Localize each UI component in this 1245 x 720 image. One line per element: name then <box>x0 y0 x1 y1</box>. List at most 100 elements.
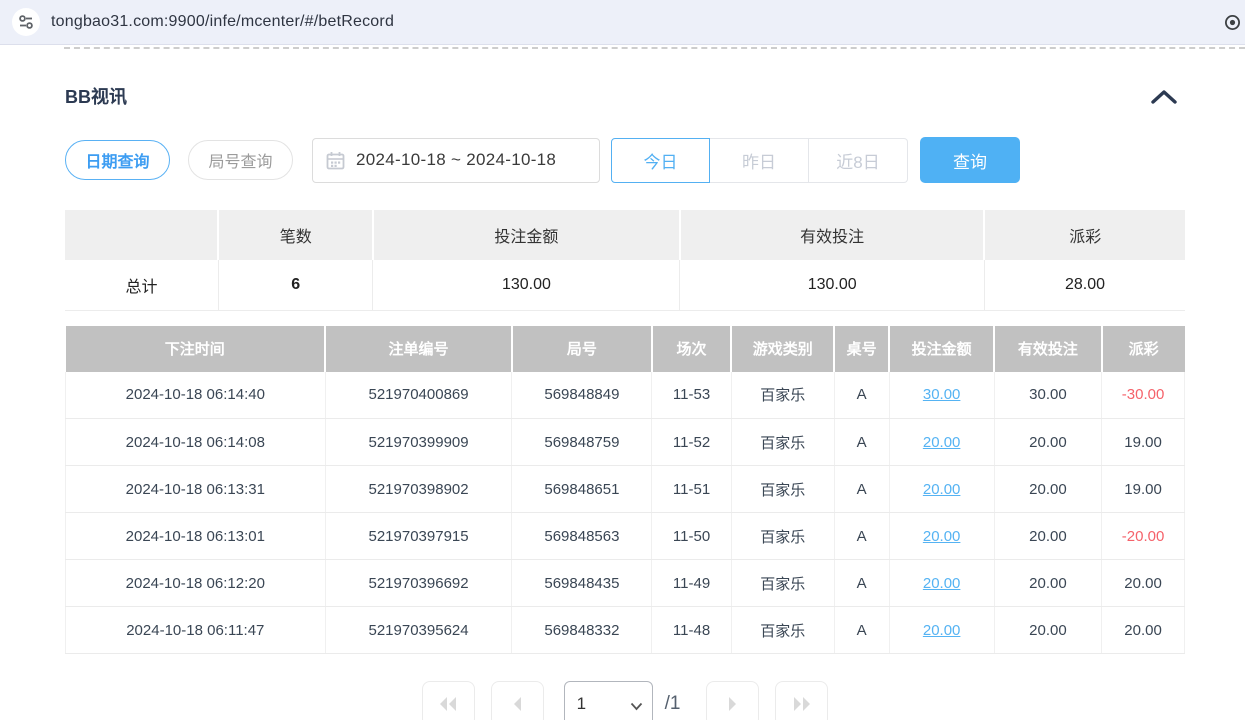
cell-round-number: 569848849 <box>512 372 652 419</box>
pagination-bar: 1 /1 <box>65 681 1185 720</box>
cell-session: 11-50 <box>652 513 731 560</box>
cell-valid-bet: 30.00 <box>994 372 1101 419</box>
cell-table-number: A <box>834 466 889 513</box>
last-page-button[interactable] <box>775 681 828 720</box>
cell-round-number: 569848651 <box>512 466 652 513</box>
summary-total-label: 总计 <box>65 260 218 310</box>
bet-amount-link[interactable]: 20.00 <box>923 622 961 639</box>
cell-bet-amount: 20.00 <box>889 513 994 560</box>
next-page-button[interactable] <box>706 681 759 720</box>
double-chevron-left-icon <box>437 696 459 712</box>
cell-game-type: 百家乐 <box>731 607 834 654</box>
url-text[interactable]: tongbao31.com:9900/infe/mcenter/#/betRec… <box>51 13 394 31</box>
cell-valid-bet: 20.00 <box>994 466 1101 513</box>
table-header-row: 下注时间 注单编号 局号 场次 游戏类别 桌号 投注金额 有效投注 派彩 <box>66 326 1185 372</box>
chevron-right-icon <box>727 696 739 712</box>
cell-game-type: 百家乐 <box>731 372 834 419</box>
cell-round-number: 569848759 <box>512 419 652 466</box>
bet-amount-link[interactable]: 20.00 <box>923 434 961 451</box>
summary-total-payout: 28.00 <box>984 260 1185 310</box>
cell-bet-time: 2024-10-18 06:13:01 <box>66 513 326 560</box>
panel-header: BB视讯 <box>65 83 1185 109</box>
tune-icon-glyph <box>18 14 34 30</box>
bet-records-table: 下注时间 注单编号 局号 场次 游戏类别 桌号 投注金额 有效投注 派彩 202… <box>65 326 1185 655</box>
col-game-type: 游戏类别 <box>731 326 834 372</box>
table-row: 2024-10-18 06:14:40 521970400869 5698488… <box>66 372 1185 419</box>
cell-bet-amount: 20.00 <box>889 560 994 607</box>
table-row: 2024-10-18 06:11:47 521970395624 5698483… <box>66 607 1185 654</box>
cell-table-number: A <box>834 513 889 560</box>
cell-bet-amount: 20.00 <box>889 466 994 513</box>
summary-header-payout: 派彩 <box>984 210 1185 260</box>
site-settings-icon[interactable] <box>12 8 40 36</box>
cell-order-number: 521970398902 <box>325 466 512 513</box>
cell-table-number: A <box>834 607 889 654</box>
cell-bet-time: 2024-10-18 06:12:20 <box>66 560 326 607</box>
cell-bet-time: 2024-10-18 06:14:40 <box>66 372 326 419</box>
date-range-picker[interactable]: 2024-10-18 ~ 2024-10-18 <box>312 138 600 183</box>
col-bet-time: 下注时间 <box>66 326 326 372</box>
bet-amount-link[interactable]: 30.00 <box>923 386 961 403</box>
cell-round-number: 569848435 <box>512 560 652 607</box>
summary-header-row: 笔数 投注金额 有效投注 派彩 <box>65 210 1185 260</box>
cell-game-type: 百家乐 <box>731 560 834 607</box>
search-button[interactable]: 查询 <box>920 137 1020 183</box>
table-row: 2024-10-18 06:13:31 521970398902 5698486… <box>66 466 1185 513</box>
quick-last8days-button[interactable]: 近8日 <box>809 138 908 183</box>
quick-today-button[interactable]: 今日 <box>611 138 710 183</box>
cell-order-number: 521970399909 <box>325 419 512 466</box>
col-payout: 派彩 <box>1102 326 1185 372</box>
summary-total-bet-amount: 130.00 <box>373 260 680 310</box>
cell-payout: 19.00 <box>1102 419 1185 466</box>
cell-game-type: 百家乐 <box>731 466 834 513</box>
summary-total-valid-bet: 130.00 <box>680 260 985 310</box>
bet-amount-link[interactable]: 20.00 <box>923 528 961 545</box>
first-page-button[interactable] <box>422 681 475 720</box>
page-select[interactable]: 1 <box>564 681 653 720</box>
col-bet-amount: 投注金额 <box>889 326 994 372</box>
bet-record-panel: BB视讯 日期查询 局号查询 <box>0 83 1245 720</box>
cell-order-number: 521970397915 <box>325 513 512 560</box>
chevron-left-icon <box>511 696 523 712</box>
col-table-number: 桌号 <box>834 326 889 372</box>
cell-bet-amount: 20.00 <box>889 607 994 654</box>
summary-header-empty <box>65 210 218 260</box>
summary-total-row: 总计 6 130.00 130.00 28.00 <box>65 260 1185 310</box>
tab-date-query[interactable]: 日期查询 <box>65 140 170 180</box>
cell-session: 11-52 <box>652 419 731 466</box>
target-icon-glyph <box>1224 14 1241 31</box>
cell-bet-amount: 20.00 <box>889 419 994 466</box>
cell-order-number: 521970395624 <box>325 607 512 654</box>
col-round-number: 局号 <box>512 326 652 372</box>
bet-amount-link[interactable]: 20.00 <box>923 575 961 592</box>
cell-session: 11-51 <box>652 466 731 513</box>
dashed-divider <box>64 47 1245 49</box>
cell-valid-bet: 20.00 <box>994 607 1101 654</box>
table-row: 2024-10-18 06:13:01 521970397915 5698485… <box>66 513 1185 560</box>
quick-yesterday-button[interactable]: 昨日 <box>710 138 809 183</box>
summary-header-valid-bet: 有效投注 <box>680 210 985 260</box>
target-circle-icon[interactable] <box>1224 14 1241 36</box>
cell-session: 11-48 <box>652 607 731 654</box>
cell-valid-bet: 20.00 <box>994 419 1101 466</box>
summary-header-count: 笔数 <box>218 210 373 260</box>
bet-amount-link[interactable]: 20.00 <box>923 481 961 498</box>
col-order-number: 注单编号 <box>325 326 512 372</box>
summary-header-bet-amount: 投注金额 <box>373 210 680 260</box>
summary-table: 笔数 投注金额 有效投注 派彩 总计 6 130.00 130.00 28.00 <box>65 210 1185 311</box>
cell-payout: -20.00 <box>1102 513 1185 560</box>
page-select-wrap: 1 <box>564 681 653 720</box>
cell-session: 11-53 <box>652 372 731 419</box>
col-valid-bet: 有效投注 <box>994 326 1101 372</box>
col-session: 场次 <box>652 326 731 372</box>
cell-table-number: A <box>834 372 889 419</box>
collapse-panel-button[interactable] <box>1151 89 1177 104</box>
double-chevron-right-icon <box>791 696 813 712</box>
cell-game-type: 百家乐 <box>731 419 834 466</box>
tab-round-query[interactable]: 局号查询 <box>188 140 293 180</box>
prev-page-button[interactable] <box>491 681 544 720</box>
cell-valid-bet: 20.00 <box>994 513 1101 560</box>
cell-round-number: 569848563 <box>512 513 652 560</box>
cell-game-type: 百家乐 <box>731 513 834 560</box>
chevron-up-icon <box>1151 89 1177 104</box>
